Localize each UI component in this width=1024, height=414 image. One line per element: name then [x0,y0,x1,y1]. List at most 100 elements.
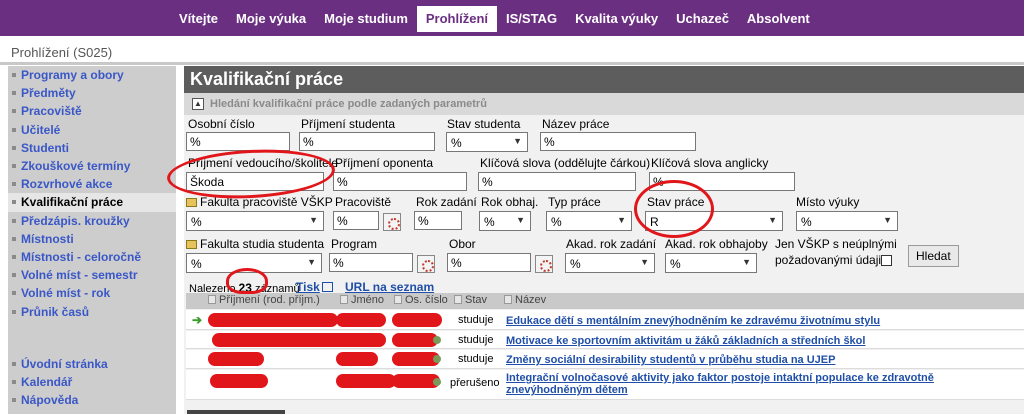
chevron-down-icon: ▼ [617,215,626,225]
row-nazev-link[interactable]: Motivace ke sportovním aktivitám u žáků … [506,335,1016,347]
program-label: Program [331,237,378,251]
stav-studenta-label: Stav studenta [447,117,521,131]
jen-vskp-checkbox[interactable] [881,255,892,266]
search-section-title: Hledání kvalifikační práce podle zadanýc… [210,98,487,110]
row-nazev-link[interactable]: Změny sociální desirability studentů v p… [506,354,1016,366]
misto-vyuky-select[interactable]: % ▼ [796,211,898,231]
tab-vitejte[interactable]: Vítejte [170,6,227,32]
filter-icon [186,240,197,249]
sidebar-item-predzapis-krouzky[interactable]: Předzápis. kroužky [8,212,176,230]
sidebar-item-label: Průnik časů [21,304,90,319]
typ-prace-label: Typ práce [548,195,601,209]
search-section-header[interactable]: ▲ Hledání kvalifikační práce podle zadan… [184,93,1024,115]
fakulta-pracoviste-select[interactable]: % ▼ [186,211,324,231]
sidebar-item-programy[interactable]: Programy a obory [8,66,176,84]
tab-is-stag[interactable]: IS/STAG [497,6,566,32]
collapse-icon[interactable]: ▲ [192,98,204,110]
sidebar-item-label: Úvodní stránka [21,356,108,371]
typ-prace-select[interactable]: % ▼ [546,211,632,231]
tisk-link[interactable]: Tisk [296,280,333,294]
bullet-icon [12,379,16,384]
sidebar-item-prunik-casu[interactable]: Průnik časů [8,302,176,320]
row-stav: studuje [458,353,494,365]
sidebar-item-ucitele[interactable]: Učitelé [8,121,176,139]
osobni-cislo-input[interactable]: % [186,132,290,151]
row-stav: studuje [458,314,494,326]
bullet-icon [12,254,16,259]
sidebar-item-predmety[interactable]: Předměty [8,84,176,102]
akad-rok-obhajoby-select[interactable]: % ▼ [665,253,757,273]
rok-zadani-input[interactable]: % [414,211,462,230]
sidebar-item-rozvrhove-akce[interactable]: Rozvrhové akce [8,175,176,193]
prijmeni-oponenta-input[interactable]: % [333,172,467,191]
akad-rok-zadani-select[interactable]: % ▼ [565,253,655,273]
tab-moje-studium[interactable]: Moje studium [315,6,417,32]
results-table-header: Příjmení (rod. příjm.) Jméno Os. číslo S… [186,293,1024,309]
stav-studenta-select[interactable]: % ▼ [446,132,528,152]
sidebar-item-label: Zkouškové termíny [21,159,131,174]
table-row[interactable]: přerušeno Integrační volnočasové aktivit… [186,370,1024,400]
url-label: URL na seznam [345,280,435,294]
sidebar-item-kvalifikacni-prace[interactable]: Kvalifikační práce [8,193,176,212]
sidebar-item-mistnosti-celorocne[interactable]: Místnosti - celoročně [8,248,176,266]
table-row[interactable]: studuje Změny sociální desirability stud… [186,350,1024,369]
row-stav: studuje [458,334,494,346]
column-prijmeni[interactable]: Příjmení (rod. příjm.) [208,294,320,306]
chevron-down-icon: ▼ [307,257,316,267]
stav-studenta-value: % [451,136,462,150]
table-row[interactable]: studuje Motivace ke sportovním aktivitám… [186,331,1024,349]
filter-icon [186,198,197,207]
sidebar-item-uvodni-stranka[interactable]: Úvodní stránka [8,355,176,373]
sidebar-item-volne-mist-rok[interactable]: Volné míst - rok [8,284,176,302]
pracoviste-input[interactable]: % [333,211,379,230]
column-os-cislo[interactable]: Os. číslo [394,294,448,306]
program-picker-button[interactable] [417,255,435,273]
redaction-mark [336,352,378,366]
top-navigation-bar: Vítejte Moje výuka Moje studium Prohlíže… [0,0,1024,36]
obor-input[interactable]: % [447,253,531,272]
row-nazev-link[interactable]: Edukace dětí s mentálním znevýhodněním k… [506,315,1016,327]
arrow-right-icon: ➔ [192,313,203,327]
url-link[interactable]: URL na seznam [345,280,434,294]
obor-picker-button[interactable] [535,255,553,273]
tab-prohlizeni[interactable]: Prohlížení [416,6,498,32]
obor-label: Obor [449,237,476,251]
bullet-icon [12,273,16,278]
table-row[interactable]: ➔ studuje Edukace dětí s mentálním znevý… [186,310,1024,330]
page-title: Prohlížení (S025) [11,45,113,60]
tab-absolvent[interactable]: Absolvent [738,6,819,32]
fakulta-studia-value: % [191,257,202,271]
horizontal-scrollbar[interactable] [187,410,285,414]
sidebar-item-studenti[interactable]: Studenti [8,139,176,157]
sidebar-item-zkouskove-terminy[interactable]: Zkouškové termíny [8,157,176,175]
sidebar-item-label: Učitelé [21,122,61,137]
tab-uchazec[interactable]: Uchazeč [667,6,738,32]
column-jmeno[interactable]: Jméno [340,294,384,306]
sidebar-item-pracoviste[interactable]: Pracoviště [8,102,176,120]
sort-icon [394,295,402,304]
fakulta-studia-text: Fakulta studia studenta [200,237,325,251]
annotation-circle [634,180,714,238]
akad-rok-zadani-value: % [570,257,581,271]
sidebar-item-napoveda[interactable]: Nápověda [8,391,176,409]
chevron-down-icon: ▼ [516,215,525,225]
column-nazev[interactable]: Název [504,294,546,306]
tab-moje-vyuka[interactable]: Moje výuka [227,6,315,32]
rok-obhaj-select[interactable]: % ▼ [479,211,531,231]
tab-kvalita-vyuky[interactable]: Kvalita výuky [566,6,667,32]
pracoviste-picker-button[interactable] [383,213,401,231]
redaction-mark [392,313,442,327]
prijmeni-studenta-input[interactable]: % [299,132,435,151]
program-input[interactable]: % [329,253,413,272]
hledat-button[interactable]: Hledat [908,245,959,267]
sidebar-item-mistnosti[interactable]: Místnosti [8,230,176,248]
row-nazev-link[interactable]: Integrační volnočasové aktivity jako fak… [506,372,1016,396]
redaction-mark [336,333,386,347]
sidebar-item-volne-mist-semestr[interactable]: Volné míst - semestr [8,266,176,284]
sidebar-item-kalendar[interactable]: Kalendář [8,373,176,391]
klicova-slova-input[interactable]: % [478,172,636,191]
column-stav[interactable]: Stav [454,294,487,306]
fakulta-pracoviste-value: % [191,215,202,229]
nazev-prace-input[interactable]: % [540,132,696,151]
